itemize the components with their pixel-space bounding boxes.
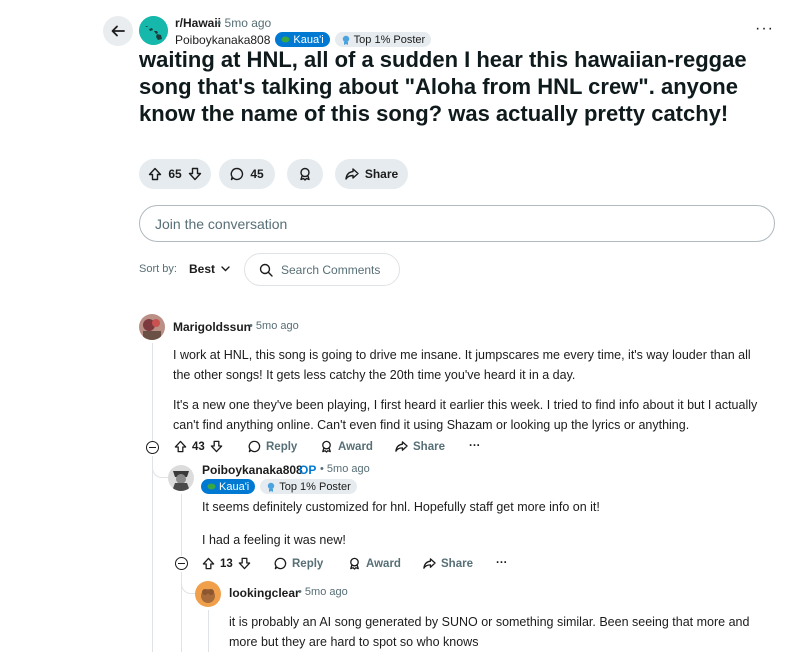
thread-connector — [152, 456, 168, 478]
thread-line — [152, 343, 153, 441]
avatar[interactable] — [195, 581, 221, 607]
post-time: • 5mo ago — [217, 16, 272, 30]
comment-vote: 13 — [202, 557, 251, 570]
comment-icon — [230, 167, 244, 181]
share-icon — [345, 168, 359, 180]
comment-icon — [274, 557, 287, 570]
composer-placeholder: Join the conversation — [155, 215, 288, 232]
vote-pill: 65 — [139, 159, 211, 189]
reply-button[interactable]: Reply — [248, 440, 297, 453]
award-button[interactable]: Award — [348, 557, 401, 570]
thread-line — [181, 494, 182, 556]
flair-kauai: Kaua'i — [201, 479, 256, 494]
post-author-line: Poiboykanaka808 Kaua'i Top 1% Poster — [175, 32, 432, 47]
comment-user[interactable]: lookingclear — [229, 586, 300, 600]
flair-top-poster: Top 1% Poster — [260, 479, 357, 494]
subreddit-avatar[interactable] — [139, 16, 168, 45]
back-button[interactable] — [103, 16, 133, 46]
comment-body: it is probably an AI song generated by S… — [229, 615, 750, 649]
downvote-icon[interactable] — [188, 167, 202, 181]
upvote-icon[interactable] — [202, 557, 215, 570]
flair-kauai: Kaua'i — [275, 32, 330, 47]
avatar[interactable] — [139, 314, 165, 340]
share-button[interactable]: Share — [423, 557, 473, 570]
comment-user[interactable]: Poiboykanaka808 — [202, 463, 303, 477]
flair-top-poster: Top 1% Poster — [334, 32, 432, 47]
comment-time: • 5mo ago — [249, 320, 299, 332]
comment-time: • 5mo ago — [298, 586, 348, 598]
post-more-icon[interactable]: ··· — [755, 20, 774, 38]
share-icon — [395, 441, 408, 452]
comment-body: It seems definitely customized for hnl. … — [202, 500, 600, 547]
comment-composer[interactable]: Join the conversation — [139, 205, 775, 242]
avatar-icon — [195, 581, 221, 607]
award-icon — [300, 167, 310, 181]
comments-button[interactable]: 45 — [219, 159, 275, 189]
search-comments-input[interactable]: Search Comments — [244, 253, 400, 286]
upvote-icon[interactable] — [148, 167, 162, 181]
award-button[interactable] — [287, 159, 323, 189]
subreddit-name[interactable]: r/Hawaii — [175, 16, 221, 30]
back-arrow-icon — [111, 25, 125, 37]
comment-count: 45 — [250, 167, 264, 181]
avatar[interactable] — [168, 465, 194, 491]
post-author[interactable]: Poiboykanaka808 — [175, 33, 270, 47]
search-icon — [259, 263, 273, 277]
comment-flairs: Kaua'i Top 1% Poster — [201, 479, 357, 494]
more-icon[interactable]: ··· — [496, 557, 508, 569]
comment-user[interactable]: Marigoldssun — [173, 320, 251, 334]
collapse-button[interactable] — [175, 557, 188, 570]
thread-connector — [181, 572, 195, 594]
award-button[interactable]: Award — [320, 440, 373, 453]
comment-body: I work at HNL, this song is going to dri… — [173, 348, 758, 432]
post-title: waiting at HNL, all of a sudden I hear t… — [139, 47, 747, 126]
thread-line — [208, 610, 209, 652]
vote-count: 65 — [168, 167, 182, 181]
thread-line — [152, 456, 153, 652]
upvote-icon[interactable] — [174, 440, 187, 453]
op-badge: OP — [299, 463, 317, 477]
chevron-down-icon — [221, 266, 230, 272]
award-icon — [322, 440, 331, 453]
sort-label: Sort by: — [139, 263, 177, 275]
avatar-icon — [168, 465, 194, 491]
comment-icon — [248, 440, 261, 453]
subreddit-icon — [139, 16, 168, 45]
sort-value: Best — [189, 262, 216, 276]
comment-time: • 5mo ago — [320, 463, 370, 475]
downvote-icon[interactable] — [210, 440, 223, 453]
island-icon — [281, 36, 290, 43]
share-button[interactable]: Share — [335, 159, 408, 189]
reply-button[interactable]: Reply — [274, 557, 323, 570]
share-button[interactable]: Share — [395, 440, 445, 453]
badge-icon — [268, 482, 275, 492]
downvote-icon[interactable] — [238, 557, 251, 570]
badge-icon — [342, 35, 349, 45]
award-icon — [350, 557, 359, 570]
island-icon — [207, 483, 216, 490]
sort-dropdown[interactable]: Best — [189, 262, 230, 276]
comment-vote: 43 — [174, 440, 223, 453]
more-icon[interactable]: ··· — [469, 440, 481, 452]
share-icon — [423, 558, 436, 569]
avatar-icon — [139, 314, 165, 340]
collapse-button[interactable] — [146, 441, 159, 454]
